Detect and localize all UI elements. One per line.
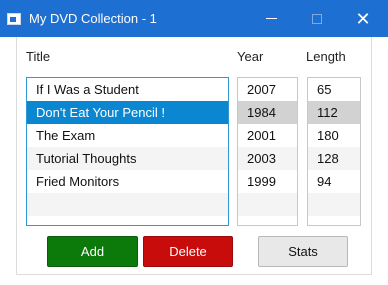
maximize-icon (312, 13, 322, 24)
delete-button[interactable]: Delete (143, 236, 233, 267)
length-list[interactable]: 65 112 180 128 94 (307, 77, 361, 226)
stats-button[interactable]: Stats (258, 236, 348, 267)
close-button[interactable]: ✕ (340, 0, 386, 37)
year-list-item[interactable]: 1984 (238, 101, 297, 124)
title-list[interactable]: If I Was a Student Don't Eat Your Pencil … (26, 77, 229, 226)
year-list-item[interactable]: 2007 (238, 78, 297, 101)
year-list-item[interactable]: 2003 (238, 147, 297, 170)
title-column-header: Title (26, 49, 51, 64)
title-list-item[interactable]: If I Was a Student (27, 78, 228, 101)
maximize-button[interactable] (294, 0, 340, 37)
title-list-item[interactable]: Don't Eat Your Pencil ! (27, 101, 228, 124)
empty-list-row (308, 193, 360, 216)
window-app-icon (7, 13, 21, 25)
app-window: My DVD Collection - 1 ✕ Title Year Lengt… (0, 0, 388, 285)
main-panel: Title Year Length If I Was a Student Don'… (16, 37, 372, 275)
length-list-item[interactable]: 94 (308, 170, 360, 193)
length-list-item[interactable]: 128 (308, 147, 360, 170)
year-list[interactable]: 2007 1984 2001 2003 1999 (237, 77, 298, 226)
length-list-item[interactable]: 65 (308, 78, 360, 101)
minimize-button[interactable] (248, 0, 294, 37)
minimize-icon (265, 18, 277, 19)
title-list-item[interactable]: Fried Monitors (27, 170, 228, 193)
length-column-header: Length (306, 49, 346, 64)
year-column-header: Year (237, 49, 264, 64)
length-list-item[interactable]: 112 (308, 101, 360, 124)
length-list-item[interactable]: 180 (308, 124, 360, 147)
year-list-item[interactable]: 2001 (238, 124, 297, 147)
close-icon: ✕ (355, 8, 371, 29)
title-list-item[interactable]: Tutorial Thoughts (27, 147, 228, 170)
year-list-item[interactable]: 1999 (238, 170, 297, 193)
title-list-item[interactable]: The Exam (27, 124, 228, 147)
empty-list-row (238, 193, 297, 216)
add-button[interactable]: Add (47, 236, 138, 267)
title-bar[interactable]: My DVD Collection - 1 ✕ (0, 0, 388, 37)
empty-list-row (27, 193, 228, 216)
window-title: My DVD Collection - 1 (29, 11, 157, 26)
